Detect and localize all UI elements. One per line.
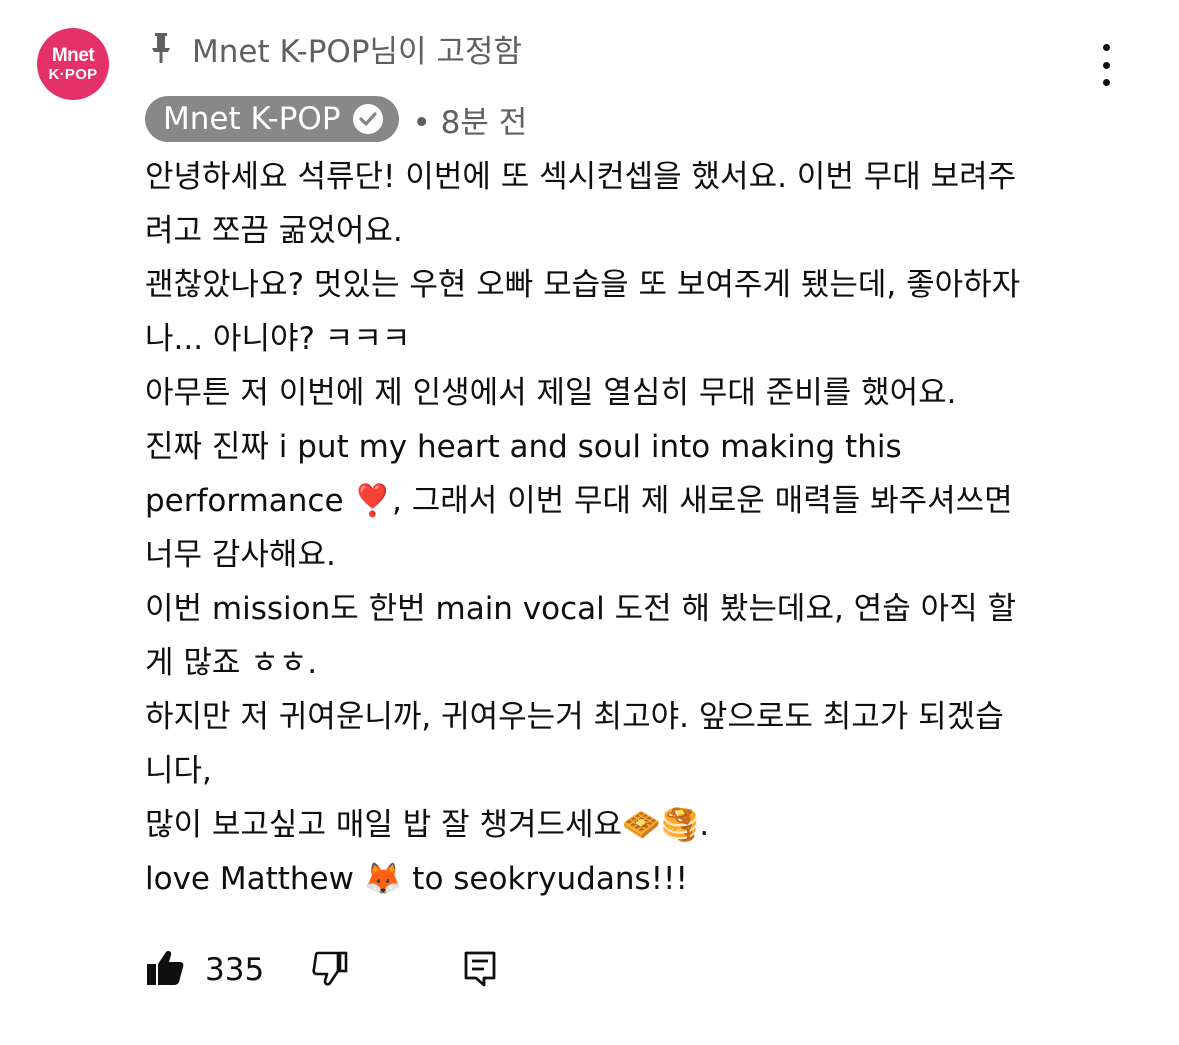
reply-button[interactable] bbox=[460, 948, 500, 992]
comment-line: 괜찮았나요? 멋있는 우현 오빠 모습을 또 보여주게 됐는데, 좋아하자 bbox=[145, 267, 1021, 303]
pinned-indicator: Mnet K-POP님이 고정함 bbox=[146, 28, 522, 70]
pin-icon bbox=[146, 31, 176, 65]
avatar-text-top: Mnet bbox=[51, 45, 95, 66]
comment-line: 니다, bbox=[145, 753, 212, 789]
comment-line: 하지만 저 귀여운니까, 귀여우는거 최고야. 앞으로도 최고가 되겠습 bbox=[145, 699, 1004, 735]
dislike-button[interactable] bbox=[310, 949, 350, 991]
comment-line: 이번 mission도 한번 main vocal 도전 해 봤는데요, 연숩 … bbox=[145, 591, 1016, 627]
like-button[interactable]: 335 bbox=[145, 949, 264, 991]
comment-line: 너무 감사해요. bbox=[145, 537, 336, 573]
comment-line: love Matthew 🦊 to seokryudans!!! bbox=[145, 861, 688, 897]
comment-line: 나... 아니야? ㅋㅋㅋ bbox=[145, 321, 411, 357]
check-circle-icon bbox=[352, 104, 383, 134]
comment-line: 려고 쪼끔 굶었어요. bbox=[145, 213, 403, 249]
comment-timestamp: • 8분 전 bbox=[412, 104, 528, 141]
more-dot bbox=[1102, 79, 1110, 86]
comment-line: 안녕하세요 석류단! 이번에 또 섹시컨셉을 했서요. 이번 무대 보려주 bbox=[145, 159, 1017, 195]
comment-line: 진짜 진짜 i put my heart and soul into makin… bbox=[145, 429, 902, 465]
comment-line: performance ❣️, 그래서 이번 무대 제 새로운 매력들 봐주셔쓰… bbox=[145, 483, 1013, 519]
more-dot bbox=[1102, 61, 1110, 69]
reply-icon bbox=[460, 948, 500, 992]
thumbs-up-icon bbox=[145, 949, 185, 991]
more-vertical-icon bbox=[1102, 44, 1110, 51]
comment-header: Mnet K-POP • 8분 전 bbox=[145, 96, 527, 142]
avatar-text-bottom: K·POP bbox=[48, 66, 98, 83]
comment-line: 아무튼 저 이번에 제 인생에서 제일 열심히 무대 준비를 했어요. bbox=[145, 375, 957, 411]
pinned-text: Mnet K-POP님이 고정함 bbox=[192, 33, 522, 70]
like-count: 335 bbox=[205, 952, 265, 988]
author-name: Mnet K-POP bbox=[163, 101, 341, 137]
comment-text: 안녕하세요 석류단! 이번에 또 섹시컨셉을 했서요. 이번 무대 보려주 려고… bbox=[145, 150, 1115, 906]
comment-actions: 335 bbox=[145, 945, 500, 995]
comment-line: 많이 보고싶고 매일 밥 잘 챙겨드세요🧇🥞. bbox=[145, 807, 710, 843]
channel-avatar[interactable]: Mnet K·POP bbox=[37, 28, 109, 100]
author-chip[interactable]: Mnet K-POP bbox=[145, 96, 399, 142]
thumbs-down-icon bbox=[310, 949, 350, 991]
comment-line: 게 많죠 ㅎㅎ. bbox=[145, 645, 318, 681]
more-options-button[interactable] bbox=[1088, 40, 1124, 90]
